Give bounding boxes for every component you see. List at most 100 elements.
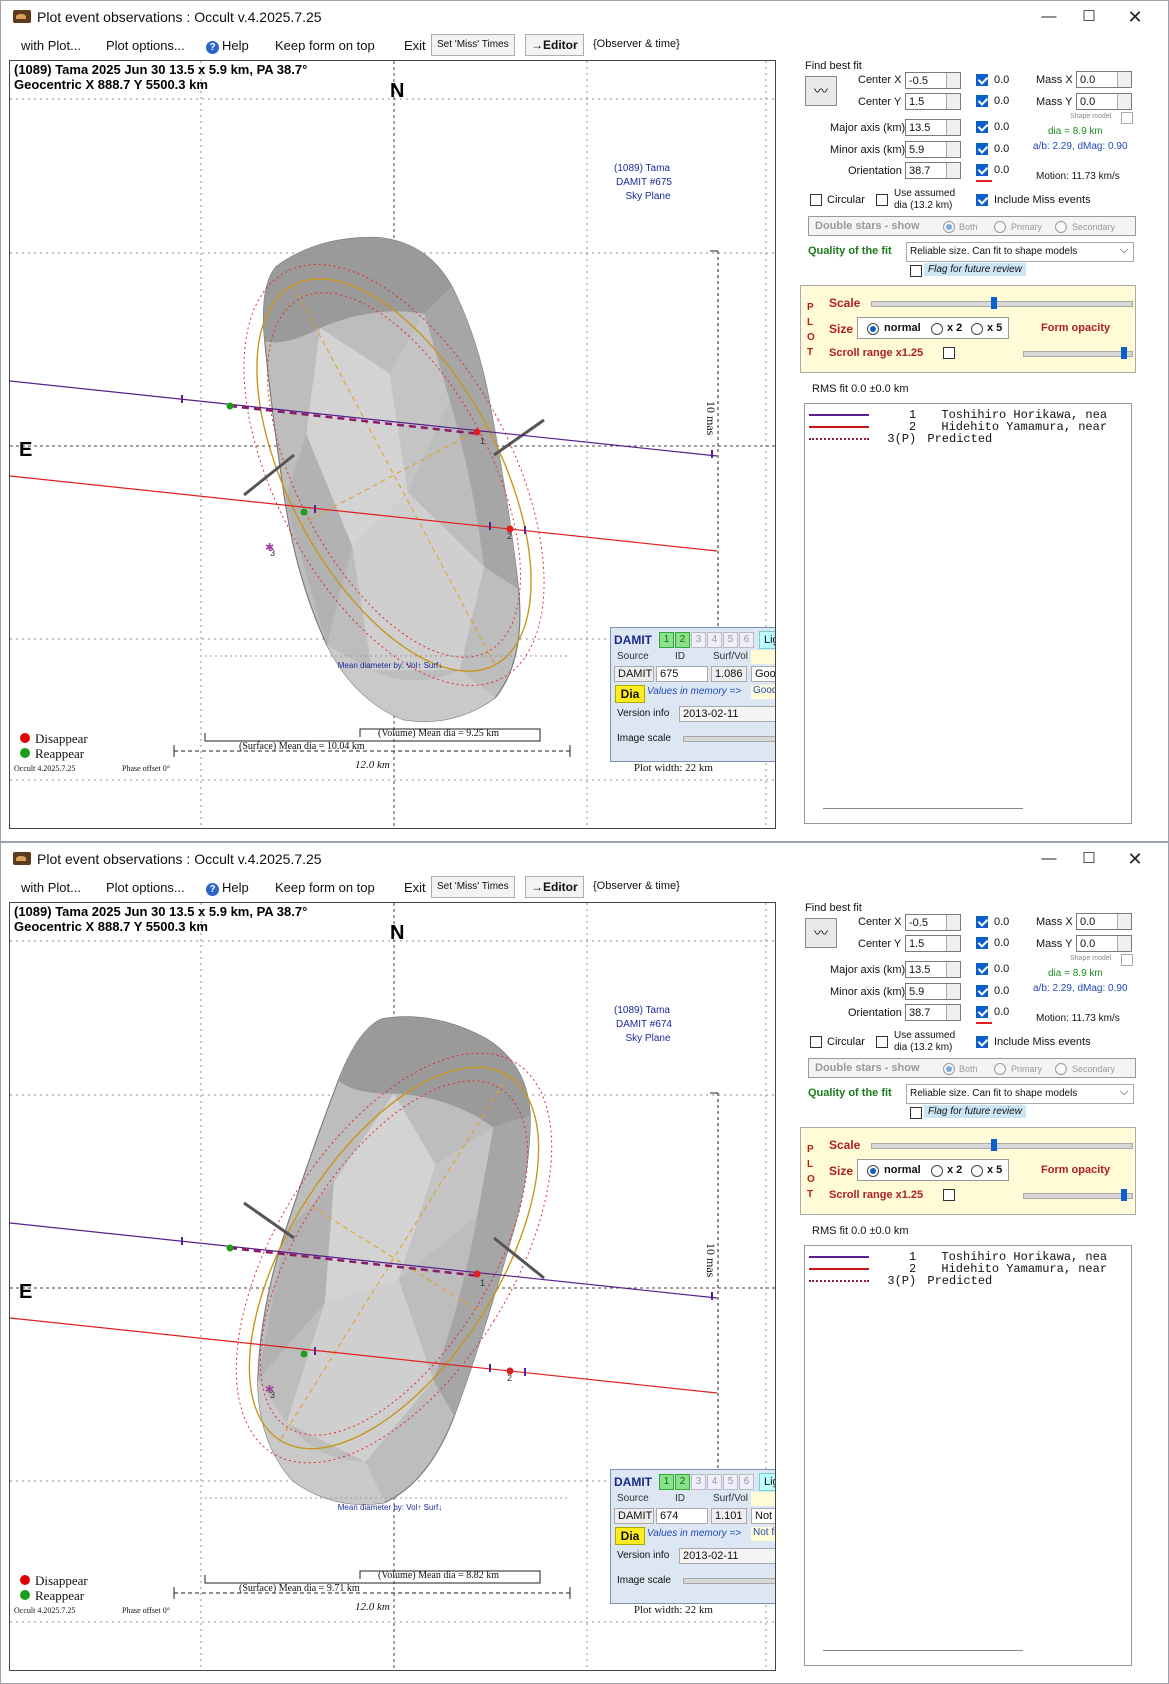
orientation-checkbox[interactable] — [976, 164, 988, 176]
damit-tab-1[interactable]: 1 — [659, 1474, 674, 1490]
damit-tab-2[interactable]: 2 — [675, 632, 690, 648]
center-y-input[interactable]: 1.5 — [905, 935, 961, 952]
secondary-radio[interactable] — [1055, 1063, 1067, 1075]
scale-thumb[interactable] — [991, 297, 997, 309]
editor-button[interactable]: →Editor — [525, 876, 584, 898]
mass-x-input[interactable]: 0.0 — [1076, 71, 1132, 88]
damit-tab-2[interactable]: 2 — [675, 1474, 690, 1490]
damit-tab-4[interactable]: 4 — [707, 1474, 722, 1490]
plot-area[interactable]: N E (1089) Tama 2025 Jun 30 13.5 x 5.9 k… — [9, 902, 776, 1671]
flag-review-checkbox[interactable] — [910, 265, 922, 277]
quality-select[interactable]: Reliable size. Can fit to shape models — [906, 1084, 1134, 1104]
maximize-icon[interactable]: ☐ — [1067, 5, 1111, 29]
center-x-checkbox[interactable] — [976, 74, 988, 86]
damit-tab-5[interactable]: 5 — [723, 1474, 738, 1490]
size-x2-radio[interactable] — [931, 323, 943, 335]
menu-help[interactable]: ? Help — [206, 38, 249, 54]
scroll-range-checkbox[interactable] — [943, 347, 955, 359]
menu-plot-options[interactable]: Plot options... — [106, 38, 185, 53]
size-x5-radio[interactable] — [971, 1165, 983, 1177]
id-field[interactable]: 675 — [656, 666, 708, 682]
circular-checkbox[interactable] — [810, 1036, 822, 1048]
close-icon[interactable]: ✕ — [1113, 847, 1157, 871]
minor-axis-checkbox[interactable] — [976, 143, 988, 155]
best-fit-chart-icon[interactable]: 〰 — [805, 918, 837, 948]
menu-help[interactable]: ? Help — [206, 880, 249, 896]
major-axis-checkbox[interactable] — [976, 121, 988, 133]
fit-quality-select[interactable]: Not fitted — [751, 1508, 775, 1524]
best-fit-chart-icon[interactable]: 〰 — [805, 76, 837, 106]
menu-plot-options[interactable]: Plot options... — [106, 880, 185, 895]
menu-observer-time[interactable]: {Observer & time} — [593, 38, 680, 50]
size-x2-radio[interactable] — [931, 1165, 943, 1177]
legend-scrollbar[interactable] — [823, 1650, 1023, 1651]
quality-select[interactable]: Reliable size. Can fit to shape models — [906, 242, 1134, 262]
flag-review-checkbox[interactable] — [910, 1107, 922, 1119]
orientation-input[interactable]: 38.7 — [905, 162, 961, 179]
mass-x-input[interactable]: 0.0 — [1076, 913, 1132, 930]
scale-thumb[interactable] — [991, 1139, 997, 1151]
light-curves-button[interactable]: Light curves — [759, 631, 775, 649]
maximize-icon[interactable]: ☐ — [1067, 847, 1111, 871]
dia-button[interactable]: Dia — [615, 685, 645, 703]
menu-observer-time[interactable]: {Observer & time} — [593, 880, 680, 892]
image-scale-slider[interactable] — [683, 736, 775, 742]
form-opacity-slider[interactable] — [1023, 351, 1133, 357]
id-field[interactable]: 674 — [656, 1508, 708, 1524]
form-opacity-thumb[interactable] — [1121, 1189, 1127, 1201]
menu-keep-on-top[interactable]: Keep form on top — [275, 880, 375, 895]
damit-tab-1[interactable]: 1 — [659, 632, 674, 648]
damit-tab-4[interactable]: 4 — [707, 632, 722, 648]
damit-tab-5[interactable]: 5 — [723, 632, 738, 648]
major-axis-input[interactable]: 13.5 — [905, 961, 961, 978]
center-x-input[interactable]: -0.5 — [905, 72, 961, 89]
menu-exit[interactable]: Exit — [404, 38, 426, 53]
major-axis-input[interactable]: 13.5 — [905, 119, 961, 136]
orientation-checkbox[interactable] — [976, 1006, 988, 1018]
damit-tab-3[interactable]: 3 — [691, 632, 706, 648]
damit-tab-3[interactable]: 3 — [691, 1474, 706, 1490]
form-opacity-thumb[interactable] — [1121, 347, 1127, 359]
major-axis-checkbox[interactable] — [976, 963, 988, 975]
legend-row-3[interactable]: 3(P) Predicted — [809, 432, 1129, 445]
orientation-input[interactable]: 38.7 — [905, 1004, 961, 1021]
minimize-icon[interactable]: — — [1027, 5, 1071, 29]
include-miss-checkbox[interactable] — [976, 1036, 988, 1048]
minimize-icon[interactable]: — — [1027, 847, 1071, 871]
shape-model-checkbox[interactable] — [1121, 112, 1133, 124]
both-radio[interactable] — [943, 1063, 955, 1075]
both-radio[interactable] — [943, 221, 955, 233]
size-normal-radio[interactable] — [867, 323, 879, 335]
scale-slider[interactable] — [871, 1143, 1133, 1149]
primary-radio[interactable] — [994, 1063, 1006, 1075]
minor-axis-input[interactable]: 5.9 — [905, 141, 961, 158]
shape-model-checkbox[interactable] — [1121, 954, 1133, 966]
size-x5-radio[interactable] — [971, 323, 983, 335]
damit-tab-6[interactable]: 6 — [739, 1474, 754, 1490]
set-miss-times-button[interactable]: Set 'Miss' Times — [431, 34, 515, 56]
form-opacity-slider[interactable] — [1023, 1193, 1133, 1199]
fit-quality-select[interactable]: Good fit — [751, 666, 775, 682]
menu-with-plot[interactable]: with Plot... — [21, 38, 81, 53]
legend-scrollbar[interactable] — [823, 808, 1023, 809]
size-normal-radio[interactable] — [867, 1165, 879, 1177]
center-y-checkbox[interactable] — [976, 937, 988, 949]
scroll-range-checkbox[interactable] — [943, 1189, 955, 1201]
center-y-checkbox[interactable] — [976, 95, 988, 107]
menu-exit[interactable]: Exit — [404, 880, 426, 895]
circular-checkbox[interactable] — [810, 194, 822, 206]
dia-button[interactable]: Dia — [615, 1527, 645, 1545]
mass-y-input[interactable]: 0.0 — [1076, 935, 1132, 952]
use-assumed-checkbox[interactable] — [876, 194, 888, 206]
editor-button[interactable]: →Editor — [525, 34, 584, 56]
center-x-input[interactable]: -0.5 — [905, 914, 961, 931]
light-curves-button[interactable]: Light curves — [759, 1473, 775, 1491]
secondary-radio[interactable] — [1055, 221, 1067, 233]
plot-area[interactable]: N E (1089) Tama 2025 Jun 30 13.5 x 5.9 k… — [9, 60, 776, 829]
include-miss-checkbox[interactable] — [976, 194, 988, 206]
legend-row-3[interactable]: 3(P) Predicted — [809, 1274, 1129, 1287]
minor-axis-checkbox[interactable] — [976, 985, 988, 997]
scale-slider[interactable] — [871, 301, 1133, 307]
menu-keep-on-top[interactable]: Keep form on top — [275, 38, 375, 53]
primary-radio[interactable] — [994, 221, 1006, 233]
